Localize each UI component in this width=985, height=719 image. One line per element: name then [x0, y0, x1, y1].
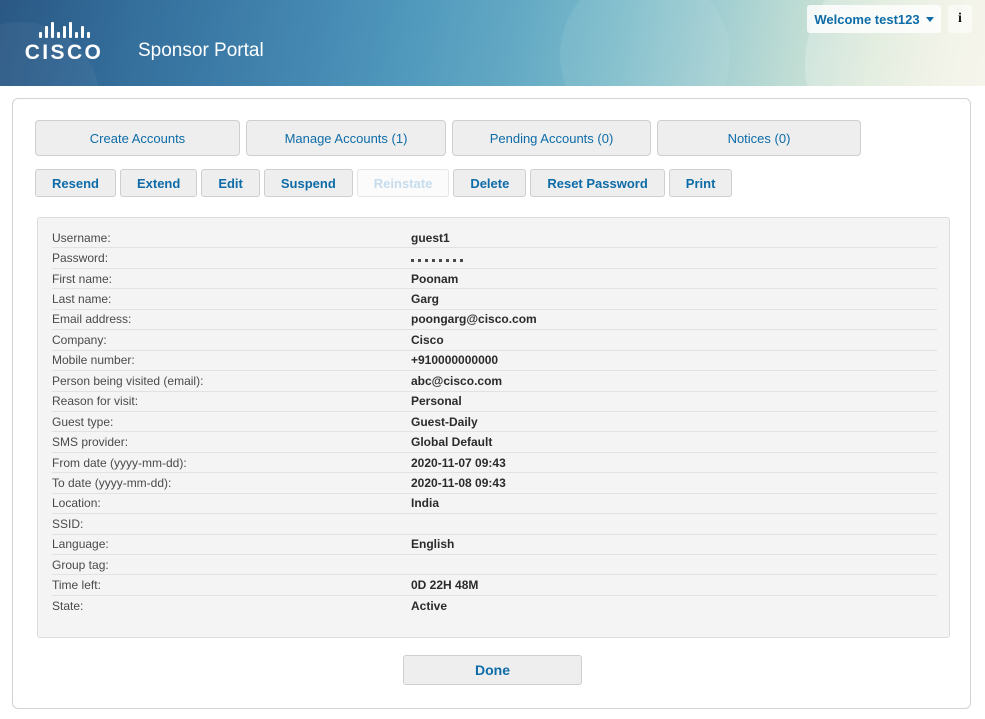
tab-label: Notices (0)	[728, 131, 791, 146]
detail-label: Location:	[52, 496, 411, 510]
extend-button[interactable]: Extend	[120, 169, 197, 197]
print-button[interactable]: Print	[669, 169, 733, 197]
detail-label: Guest type:	[52, 415, 411, 429]
action-label: Resend	[52, 176, 99, 191]
action-label: Delete	[470, 176, 509, 191]
action-label: Suspend	[281, 176, 336, 191]
action-label: Print	[686, 176, 716, 191]
detail-value-masked	[411, 251, 937, 265]
detail-row: Password:	[52, 248, 937, 268]
detail-label: Group tag:	[52, 558, 411, 572]
detail-row: Mobile number: +910000000000	[52, 351, 937, 371]
action-label: Reset Password	[547, 176, 647, 191]
guest-account-details: Username: guest1 Password: First name: P…	[37, 217, 950, 638]
reinstate-button: Reinstate	[357, 169, 450, 197]
cisco-logo: CISCO	[18, 22, 110, 63]
reset-password-button[interactable]: Reset Password	[530, 169, 664, 197]
password-mask-dots	[411, 257, 463, 262]
detail-label: Last name:	[52, 292, 411, 306]
main-content-panel: Create Accounts Manage Accounts (1) Pend…	[12, 98, 971, 709]
detail-value: English	[411, 537, 937, 551]
status-badge: Active	[411, 599, 937, 613]
tab-pending-accounts[interactable]: Pending Accounts (0)	[452, 120, 651, 156]
tab-manage-accounts[interactable]: Manage Accounts (1)	[246, 120, 446, 156]
detail-label: To date (yyyy-mm-dd):	[52, 476, 411, 490]
detail-label: Email address:	[52, 312, 411, 326]
chevron-down-icon	[926, 17, 934, 22]
cisco-bars-icon	[39, 22, 90, 38]
detail-value: Cisco	[411, 333, 937, 347]
brand-block: CISCO Sponsor Portal	[18, 22, 264, 63]
detail-row: State: Active	[52, 596, 937, 616]
tab-notices[interactable]: Notices (0)	[657, 120, 861, 156]
detail-value: India	[411, 496, 937, 510]
detail-row: Language: English	[52, 535, 937, 555]
detail-value: abc@cisco.com	[411, 374, 937, 388]
detail-label: Reason for visit:	[52, 394, 411, 408]
detail-value: poongarg@cisco.com	[411, 312, 937, 326]
detail-row: Group tag:	[52, 555, 937, 575]
suspend-button[interactable]: Suspend	[264, 169, 353, 197]
detail-value: Guest-Daily	[411, 415, 937, 429]
detail-label: SSID:	[52, 517, 411, 531]
detail-value: 2020-11-08 09:43	[411, 476, 937, 490]
detail-row: Last name: Garg	[52, 289, 937, 309]
detail-value: Garg	[411, 292, 937, 306]
detail-value: guest1	[411, 231, 937, 245]
detail-value: +910000000000	[411, 353, 937, 367]
welcome-user-menu[interactable]: Welcome test123	[807, 5, 941, 33]
done-label: Done	[475, 662, 510, 678]
portal-title: Sponsor Portal	[138, 40, 264, 62]
primary-tab-bar: Create Accounts Manage Accounts (1) Pend…	[35, 120, 861, 156]
delete-button[interactable]: Delete	[453, 169, 526, 197]
info-icon-glyph: i	[958, 11, 962, 27]
action-label: Reinstate	[374, 176, 433, 191]
tab-label: Manage Accounts (1)	[285, 131, 408, 146]
tab-label: Pending Accounts (0)	[490, 131, 614, 146]
detail-label: SMS provider:	[52, 435, 411, 449]
detail-label: Password:	[52, 251, 411, 265]
detail-row: Email address: poongarg@cisco.com	[52, 310, 937, 330]
detail-label: Company:	[52, 333, 411, 347]
detail-row: SSID:	[52, 514, 937, 534]
detail-label: Time left:	[52, 578, 411, 592]
detail-row: Username: guest1	[52, 228, 937, 248]
detail-value: 2020-11-07 09:43	[411, 456, 937, 470]
edit-button[interactable]: Edit	[201, 169, 260, 197]
detail-label: Username:	[52, 231, 411, 245]
detail-label: State:	[52, 599, 411, 613]
action-label: Edit	[218, 176, 243, 191]
detail-row: Guest type: Guest-Daily	[52, 412, 937, 432]
info-icon[interactable]: i	[948, 5, 972, 33]
detail-value: Personal	[411, 394, 937, 408]
footer-actions: Done	[13, 655, 972, 685]
detail-row: Company: Cisco	[52, 330, 937, 350]
done-button[interactable]: Done	[403, 655, 582, 685]
detail-label: Mobile number:	[52, 353, 411, 367]
tab-create-accounts[interactable]: Create Accounts	[35, 120, 240, 156]
cisco-wordmark: CISCO	[25, 42, 104, 63]
tab-label: Create Accounts	[90, 131, 185, 146]
detail-row: Time left: 0D 22H 48M	[52, 575, 937, 595]
app-header: CISCO Sponsor Portal Welcome test123 i	[0, 0, 985, 86]
detail-label: First name:	[52, 272, 411, 286]
detail-label: Language:	[52, 537, 411, 551]
detail-row: Person being visited (email): abc@cisco.…	[52, 371, 937, 391]
welcome-user-label: Welcome test123	[814, 12, 919, 27]
header-decorative-arc-mid	[560, 0, 730, 86]
detail-value: Global Default	[411, 435, 937, 449]
detail-value: Poonam	[411, 272, 937, 286]
detail-row: Reason for visit: Personal	[52, 392, 937, 412]
detail-row: Location: India	[52, 494, 937, 514]
detail-label: From date (yyyy-mm-dd):	[52, 456, 411, 470]
detail-row: To date (yyyy-mm-dd): 2020-11-08 09:43	[52, 473, 937, 493]
detail-row: First name: Poonam	[52, 269, 937, 289]
detail-row: SMS provider: Global Default	[52, 432, 937, 452]
action-label: Extend	[137, 176, 180, 191]
resend-button[interactable]: Resend	[35, 169, 116, 197]
detail-label: Person being visited (email):	[52, 374, 411, 388]
detail-value: 0D 22H 48M	[411, 578, 937, 592]
detail-row: From date (yyyy-mm-dd): 2020-11-07 09:43	[52, 453, 937, 473]
account-action-toolbar: Resend Extend Edit Suspend Reinstate Del…	[35, 169, 732, 197]
